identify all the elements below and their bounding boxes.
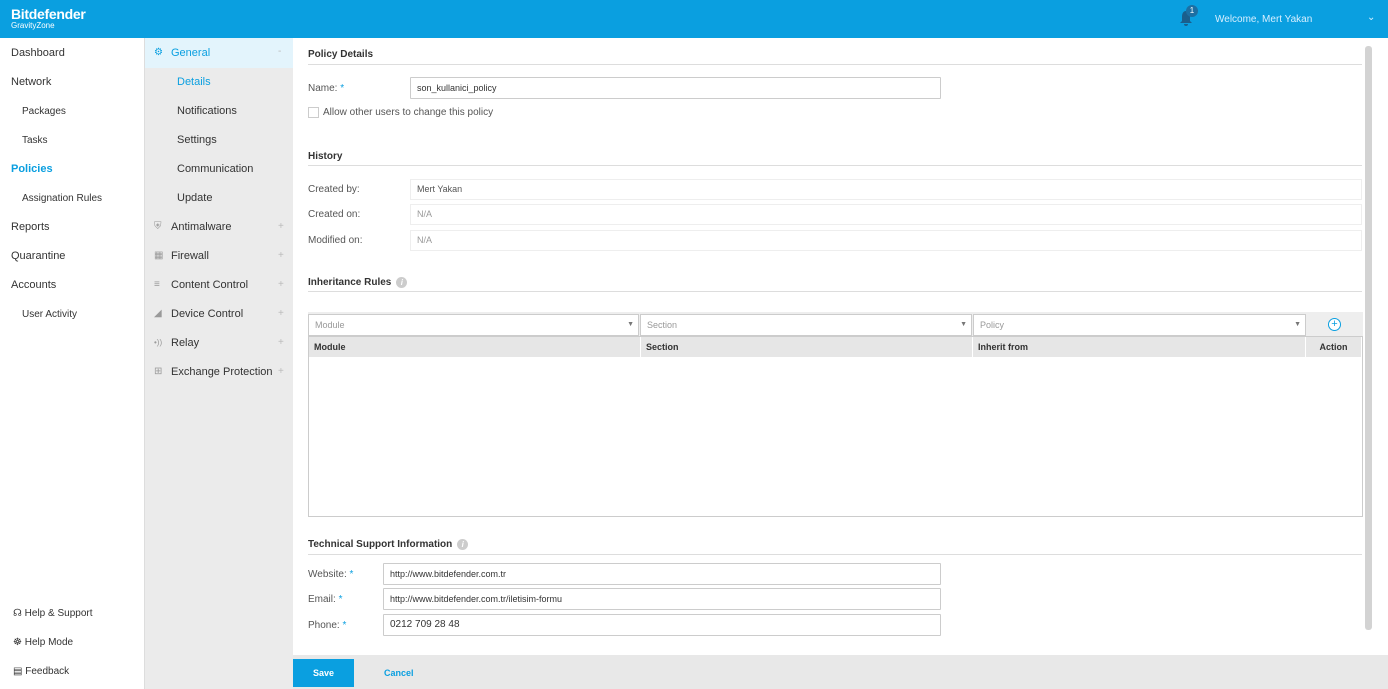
name-label: Name: * (308, 83, 345, 94)
allow-change-label: Allow other users to change this policy (323, 107, 494, 118)
col-section[interactable]: Section (641, 337, 973, 357)
notification-badge: 1 (1186, 5, 1198, 17)
created-by-label: Created by: (308, 184, 360, 195)
nav-help-support[interactable]: ☊ Help & Support (13, 608, 93, 619)
save-button[interactable]: Save (293, 659, 354, 687)
phone-label: Phone: * (308, 620, 347, 631)
dropdown-arrow-icon: ▼ (960, 321, 967, 328)
tab-settings[interactable]: Settings (177, 134, 217, 146)
tab-communication[interactable]: Communication (177, 163, 253, 175)
section-select[interactable]: Section ▼ (640, 314, 972, 336)
nav-assignation-rules[interactable]: Assignation Rules (22, 193, 102, 204)
info-icon[interactable]: i (457, 539, 469, 550)
email-input[interactable]: http://www.bitdefender.com.tr/iletisim-f… (383, 588, 941, 610)
col-inherit-from[interactable]: Inherit from (973, 337, 1306, 357)
database-icon: ≡ (154, 279, 160, 290)
nav-quarantine[interactable]: Quarantine (11, 250, 65, 262)
created-on-value: N/A (410, 204, 1362, 225)
created-on-label: Created on: (308, 209, 361, 220)
nav-tasks[interactable]: Tasks (22, 135, 48, 146)
nav-policies[interactable]: Policies (11, 163, 53, 175)
dropdown-arrow-icon: ▼ (1294, 321, 1301, 328)
nav-reports[interactable]: Reports (11, 221, 50, 233)
info-icon[interactable]: i (396, 277, 408, 288)
tab-details[interactable]: Details (177, 76, 211, 88)
nav-network[interactable]: Network (11, 76, 51, 88)
module-select[interactable]: Module ▼ (308, 314, 639, 336)
footer-bar: Save Cancel (293, 655, 1388, 689)
collapse-icon: - (278, 46, 282, 57)
divider (308, 554, 1362, 555)
col-action: Action (1306, 337, 1362, 357)
divider (308, 64, 1362, 65)
support-heading: Technical Support Information i (308, 539, 469, 550)
created-by-value: Mert Yakan (410, 179, 1362, 200)
expand-icon: + (278, 221, 284, 232)
add-rule-icon[interactable]: + (1328, 318, 1341, 331)
modified-on-label: Modified on: (308, 235, 363, 246)
lifebuoy-icon: ☸ (13, 637, 22, 648)
policy-details-heading: Policy Details (308, 49, 374, 60)
cancel-button[interactable]: Cancel (384, 668, 414, 678)
expand-icon: + (278, 279, 284, 290)
website-label: Website: * (308, 569, 354, 580)
gear-icon: ⚙ (154, 47, 163, 58)
modified-on-value: N/A (410, 230, 1362, 251)
phone-input[interactable]: 0212 709 28 48 (383, 614, 941, 636)
tab-notifications[interactable]: Notifications (177, 105, 237, 117)
tab-update[interactable]: Update (177, 192, 212, 204)
inheritance-table: Module Section Inherit from Action (308, 336, 1363, 517)
headset-icon: ☊ (13, 608, 22, 619)
top-header: Bitdefender GravityZone 1 Welcome, Mert … (0, 0, 1388, 38)
relay-icon: •)) (154, 338, 163, 347)
history-heading: History (308, 151, 343, 162)
dropdown-arrow-icon: ▼ (627, 321, 634, 328)
expand-icon: + (278, 366, 284, 377)
scrollbar[interactable] (1365, 46, 1372, 630)
feedback-icon: ▤ (13, 666, 23, 677)
nav-accounts[interactable]: Accounts (11, 279, 56, 291)
expand-icon: + (278, 337, 284, 348)
website-input[interactable]: http://www.bitdefender.com.tr (383, 563, 941, 585)
section-general[interactable]: ⚙ General - (145, 38, 293, 68)
shield-icon: ⛨ (154, 221, 162, 232)
nav-packages[interactable]: Packages (22, 106, 66, 117)
nav-user-activity[interactable]: User Activity (22, 309, 77, 320)
col-module[interactable]: Module (309, 337, 641, 357)
divider (308, 291, 1362, 292)
chevron-down-icon[interactable]: ⌄ (1367, 12, 1375, 23)
name-input[interactable]: son_kullanici_policy (410, 77, 941, 99)
brand-logo: Bitdefender (11, 6, 86, 22)
product-name: GravityZone (11, 21, 55, 30)
nav-dashboard[interactable]: Dashboard (11, 47, 65, 59)
exchange-icon: ⊞ (154, 366, 163, 377)
device-icon: ◢ (154, 308, 162, 319)
email-label: Email: * (308, 594, 343, 605)
user-menu[interactable]: Welcome, Mert Yakan (1215, 14, 1312, 25)
firewall-icon: ▦ (154, 250, 164, 261)
policy-select[interactable]: Policy ▼ (973, 314, 1306, 336)
policy-nav: ⚙ General - Details Notifications Settin… (145, 38, 293, 689)
main-nav: Dashboard Network Packages Tasks Policie… (0, 38, 145, 689)
nav-feedback[interactable]: ▤ Feedback (13, 666, 69, 677)
divider (308, 165, 1362, 166)
allow-change-checkbox[interactable] (308, 107, 319, 118)
inheritance-heading: Inheritance Rules i (308, 277, 408, 288)
expand-icon: + (278, 250, 284, 261)
nav-help-mode[interactable]: ☸ Help Mode (13, 637, 73, 648)
expand-icon: + (278, 308, 284, 319)
